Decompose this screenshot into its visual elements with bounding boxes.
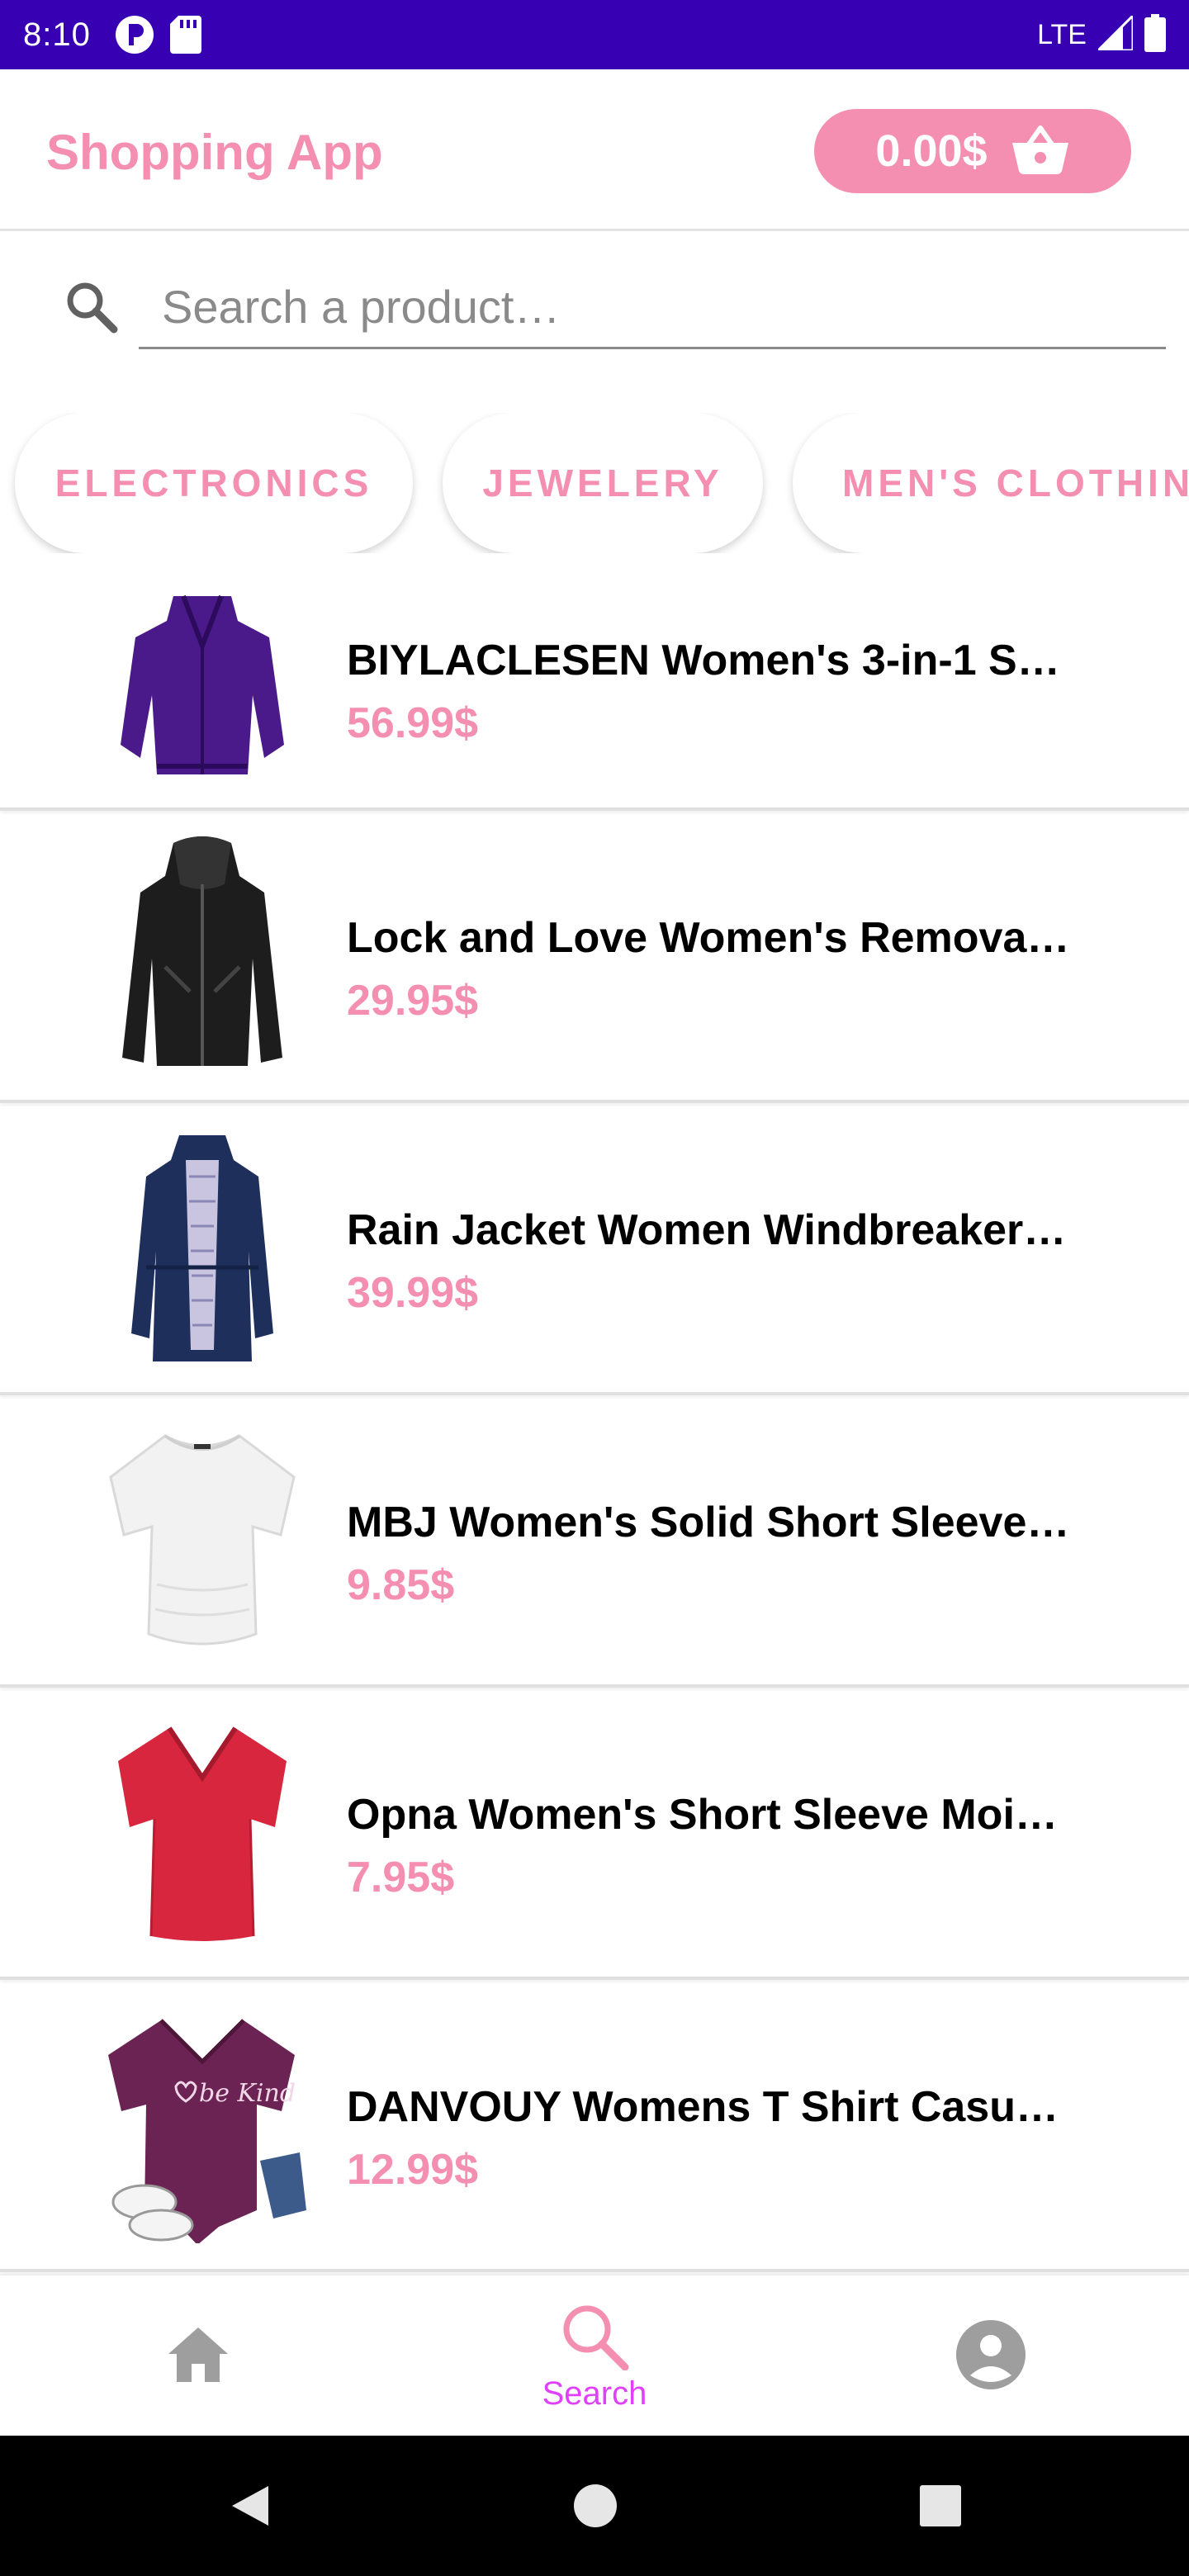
status-bar: 8:10 LTE	[0, 0, 1189, 69]
notification-p-icon	[114, 14, 155, 55]
product-title: DANVOUY Womens T Shirt Casu…	[347, 2083, 1059, 2131]
system-navigation-bar	[0, 2436, 1189, 2576]
category-chip-mens-clothing[interactable]: MEN'S CLOTHING	[793, 413, 1189, 553]
sd-card-icon	[169, 16, 201, 54]
product-list: BIYLACLESEN Women's 3-in-1 S… 56.99$ Loc…	[0, 578, 1189, 2274]
product-image	[91, 1127, 314, 1366]
product-image: be Kind	[91, 2004, 314, 2243]
product-card[interactable]: Lock and Love Women's Remova… 29.95$	[0, 814, 1189, 1103]
bottom-navigation: Search	[0, 2274, 1189, 2436]
search-bar	[0, 234, 1189, 399]
product-card[interactable]: BIYLACLESEN Women's 3-in-1 S… 56.99$	[0, 578, 1189, 811]
product-title: BIYLACLESEN Women's 3-in-1 S…	[347, 637, 1060, 684]
product-title: MBJ Women's Solid Short Sleeve…	[347, 1499, 1070, 1546]
product-card[interactable]: Opna Women's Short Sleeve Moi… 7.95$	[0, 1691, 1189, 1980]
product-image	[91, 1419, 314, 1659]
battery-icon	[1144, 14, 1166, 55]
search-input[interactable]	[139, 267, 1166, 349]
category-chip-jewelery[interactable]: JEWELERY	[443, 413, 763, 553]
app-bar: Shopping App 0.00$	[0, 69, 1189, 231]
product-price: 7.95$	[347, 1854, 455, 1901]
category-chip-electronics[interactable]: ELECTRONICS	[15, 413, 413, 553]
product-image	[91, 588, 314, 783]
nav-search[interactable]: Search	[471, 2275, 718, 2437]
product-image	[91, 1712, 314, 1951]
product-image	[91, 835, 314, 1074]
product-card[interactable]: Rain Jacket Women Windbreaker… 39.99$	[0, 1106, 1189, 1395]
search-icon	[557, 2301, 632, 2374]
home-button-icon[interactable]	[558, 2469, 632, 2543]
category-chips: ELECTRONICS JEWELERY MEN'S CLOTHING	[0, 413, 1189, 553]
app-title: Shopping App	[46, 125, 383, 180]
product-price: 39.99$	[347, 1269, 479, 1317]
status-time: 8:10	[23, 16, 91, 53]
network-label: LTE	[1037, 18, 1087, 50]
product-title: Lock and Love Women's Remova…	[347, 914, 1070, 962]
nav-home[interactable]	[74, 2275, 322, 2437]
cart-total: 0.00$	[875, 126, 988, 176]
product-card[interactable]: be Kind DANVOUY Womens T Shirt Casu… 12.…	[0, 1983, 1189, 2272]
product-title: Rain Jacket Women Windbreaker…	[347, 1206, 1067, 1254]
product-card[interactable]: MBJ Women's Solid Short Sleeve… 9.85$	[0, 1399, 1189, 1688]
nav-account[interactable]	[867, 2275, 1115, 2437]
product-price: 9.85$	[347, 1561, 455, 1609]
cart-button[interactable]: 0.00$	[814, 109, 1131, 193]
back-icon[interactable]	[213, 2469, 287, 2543]
product-price: 29.95$	[347, 977, 479, 1025]
search-icon	[63, 278, 121, 339]
product-price: 12.99$	[347, 2146, 479, 2194]
product-price: 56.99$	[347, 699, 479, 747]
home-icon	[167, 2326, 230, 2387]
nav-search-label: Search	[542, 2375, 647, 2412]
account-icon	[955, 2319, 1026, 2394]
shopping-basket-icon	[1011, 123, 1070, 179]
product-title: Opna Women's Short Sleeve Moi…	[347, 1791, 1058, 1839]
recents-icon[interactable]	[903, 2469, 978, 2543]
svg-text:be Kind: be Kind	[199, 2079, 296, 2108]
signal-icon	[1095, 12, 1135, 54]
status-right-group: LTE	[1037, 12, 1166, 55]
